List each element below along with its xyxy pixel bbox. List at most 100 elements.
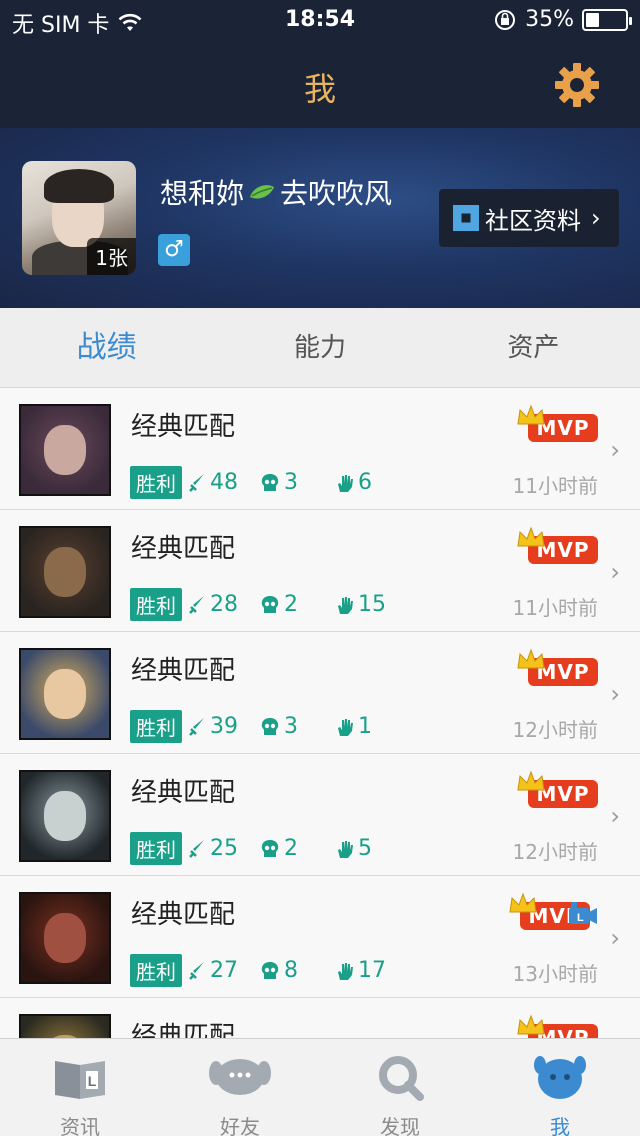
sword-icon	[189, 961, 204, 980]
assists-stat: 17	[336, 958, 386, 983]
nav-bar: 我	[0, 40, 640, 128]
gender-male-icon: ♂	[158, 234, 190, 266]
match-row[interactable]: 经典匹配 MVP 胜利 48 3 6 11小时前 ›	[0, 388, 640, 510]
assists-value: 15	[358, 592, 386, 617]
match-type: 经典匹配	[131, 900, 236, 930]
video-icon[interactable]: L	[568, 900, 598, 926]
profile-tabs: 战绩 能力 资产	[0, 308, 640, 388]
battery-fill	[586, 12, 600, 27]
result-badge: 胜利	[130, 466, 182, 499]
match-row[interactable]: 经典匹配 MVP	[0, 998, 640, 1038]
assists-stat: 1	[336, 714, 372, 739]
kills-value: 39	[210, 714, 238, 739]
assists-value: 6	[358, 470, 372, 495]
chevron-right-icon: ›	[610, 802, 620, 830]
portrait-face	[43, 547, 87, 597]
assists-stat: 5	[336, 836, 372, 861]
bottom-tab-me[interactable]: 我	[480, 1039, 640, 1136]
match-stats: 胜利 27 8 17	[130, 954, 386, 987]
assists-value: 5	[358, 836, 372, 861]
match-row[interactable]: 经典匹配 MVP 胜利 25 2 5 12小时前 ›	[0, 754, 640, 876]
match-row[interactable]: 经典匹配 MVP L 胜利 27 8 17 13小时前 ›	[0, 876, 640, 998]
book-icon: L	[55, 1061, 105, 1099]
hand-icon	[338, 840, 353, 858]
kills-value: 25	[210, 836, 238, 861]
assists-value: 1	[358, 714, 372, 739]
hand-icon	[338, 596, 353, 614]
match-row[interactable]: 经典匹配 MVP 胜利 39 3 1 12小时前 ›	[0, 632, 640, 754]
crown-icon	[517, 648, 545, 669]
deaths-stat: 2	[260, 836, 298, 861]
gear-icon[interactable]	[552, 60, 602, 110]
photo-count: 1张	[87, 238, 136, 275]
nickname-part2: 去吹吹风	[280, 177, 393, 210]
sword-icon	[189, 595, 204, 614]
deaths-stat: 2	[260, 592, 298, 617]
bottom-tab-label: 发现	[380, 1115, 420, 1136]
kills-stat: 25	[188, 836, 238, 861]
match-time: 13小时前	[512, 962, 598, 986]
match-type: 经典匹配	[131, 412, 236, 442]
bottom-tab-discover[interactable]: 发现	[320, 1039, 480, 1136]
bottom-tab-friends[interactable]: 好友	[160, 1039, 320, 1136]
nickname: 想和妳 去吹吹风	[160, 172, 392, 212]
mvp-badge: MVP	[516, 648, 598, 688]
assists-stat: 6	[336, 470, 372, 495]
discover-icon	[379, 1056, 424, 1101]
crown-icon	[517, 404, 545, 425]
portrait-face	[43, 913, 87, 963]
deaths-value: 2	[284, 592, 298, 617]
crown-icon	[517, 526, 545, 547]
qr-code-icon	[453, 205, 479, 231]
bottom-tab-news[interactable]: L 资讯	[0, 1039, 160, 1136]
bottom-tab-label: 我	[550, 1115, 570, 1136]
community-label: 社区资料	[485, 206, 581, 235]
status-bar: 无 SIM 卡 18:54 35%	[0, 0, 640, 40]
match-time: 12小时前	[512, 718, 598, 742]
match-type: 经典匹配	[131, 534, 236, 564]
hand-icon	[338, 474, 353, 492]
champion-portrait	[19, 526, 111, 618]
champion-portrait	[19, 404, 111, 496]
deaths-value: 3	[284, 714, 298, 739]
match-time: 12小时前	[512, 840, 598, 864]
bottom-tab-label: 好友	[220, 1115, 260, 1136]
tab-assets[interactable]: 资产	[427, 308, 640, 387]
battery-percent: 35%	[525, 7, 574, 32]
bottom-tab-bar: L 资讯 好友 发现 我	[0, 1038, 640, 1136]
tab-ability[interactable]: 能力	[213, 308, 426, 387]
rotation-lock-icon	[495, 9, 516, 30]
skull-icon	[261, 839, 279, 857]
chevron-right-icon: ›	[610, 680, 620, 708]
chevron-right-icon: ›	[591, 204, 601, 232]
deaths-value: 2	[284, 836, 298, 861]
avatar[interactable]: 1张	[22, 161, 136, 275]
match-row[interactable]: 经典匹配 MVP 胜利 28 2 15 11小时前 ›	[0, 510, 640, 632]
mvp-badge: MVP	[516, 404, 598, 444]
sword-icon	[189, 839, 204, 858]
match-list[interactable]: 经典匹配 MVP 胜利 48 3 6 11小时前 › 经典匹配 MVP 胜利 2…	[0, 388, 640, 1038]
match-stats: 胜利 48 3 6	[130, 466, 372, 499]
match-time: 11小时前	[512, 596, 598, 620]
portrait-face	[43, 669, 87, 719]
kills-stat: 28	[188, 592, 238, 617]
chevron-right-icon: ›	[610, 924, 620, 952]
assists-value: 17	[358, 958, 386, 983]
result-badge: 胜利	[130, 954, 182, 987]
kills-stat: 27	[188, 958, 238, 983]
sword-icon	[189, 717, 204, 736]
svg-text:L: L	[88, 1073, 97, 1089]
skull-icon	[261, 717, 279, 735]
skull-icon	[261, 595, 279, 613]
champion-portrait	[19, 770, 111, 862]
tab-record[interactable]: 战绩	[0, 308, 213, 387]
match-type: 经典匹配	[131, 1022, 236, 1038]
result-badge: 胜利	[130, 832, 182, 865]
kills-value: 28	[210, 592, 238, 617]
mvp-badge: MVP	[516, 770, 598, 810]
champion-portrait	[19, 648, 111, 740]
hand-icon	[338, 718, 353, 736]
result-badge: 胜利	[130, 710, 182, 743]
hand-icon	[338, 962, 353, 980]
community-profile-button[interactable]: 社区资料 ›	[439, 189, 619, 247]
